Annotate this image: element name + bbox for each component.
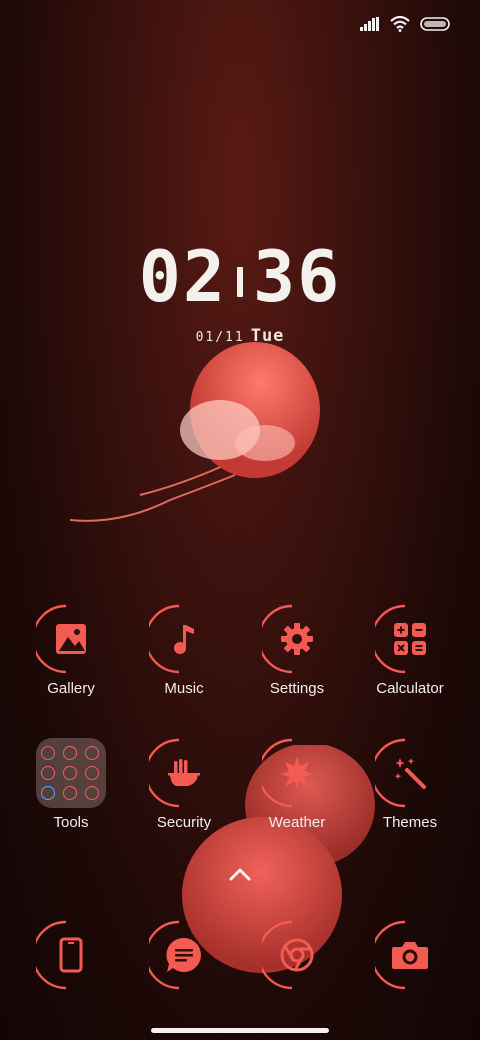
battery-icon	[420, 17, 450, 31]
app-calculator[interactable]: Calculator	[355, 604, 465, 697]
folder-icon	[36, 738, 106, 808]
dock-camera[interactable]	[355, 920, 465, 990]
wallpaper-jellyfish	[69, 342, 320, 522]
app-label: Themes	[382, 814, 438, 831]
icon-ring	[149, 920, 180, 990]
status-bar	[360, 16, 450, 32]
date-weekday: Tue	[250, 326, 285, 346]
icon-ring	[262, 738, 293, 808]
app-settings[interactable]: Settings	[242, 604, 352, 697]
wifi-icon	[390, 16, 410, 32]
chevron-up-icon[interactable]	[228, 866, 252, 882]
app-weather[interactable]: Weather	[242, 738, 352, 831]
app-themes[interactable]: Themes	[355, 738, 465, 831]
dock-messages[interactable]	[129, 920, 239, 990]
date-day: 01/11	[195, 330, 245, 345]
app-gallery[interactable]: Gallery	[16, 604, 126, 697]
app-label: Music	[164, 680, 204, 697]
app-label: Gallery	[47, 680, 95, 697]
icon-ring	[375, 738, 406, 808]
icon-ring	[262, 920, 293, 990]
icon-ring	[149, 738, 180, 808]
app-music[interactable]: Music	[129, 604, 239, 697]
icon-ring	[36, 604, 67, 674]
clock-minutes: 36	[253, 236, 342, 318]
app-label: Security	[156, 814, 212, 831]
icon-ring	[375, 604, 406, 674]
dock-phone[interactable]	[16, 920, 126, 990]
home-indicator[interactable]	[151, 1028, 329, 1033]
dock-chrome[interactable]	[242, 920, 352, 990]
app-label: Settings	[269, 680, 325, 697]
clock-hours: 02	[138, 236, 227, 318]
app-label: Tools	[53, 814, 89, 831]
icon-ring	[375, 920, 406, 990]
app-security[interactable]: Security	[129, 738, 239, 831]
folder-tools[interactable]: Tools	[16, 738, 126, 831]
icon-ring	[262, 604, 293, 674]
clock-widget[interactable]: 02 36	[0, 236, 480, 318]
clock-separator	[237, 266, 243, 297]
icon-ring	[149, 604, 180, 674]
date-label: 01/11 Tue	[0, 326, 480, 346]
app-label: Weather	[268, 814, 326, 831]
app-label: Calculator	[376, 680, 444, 697]
icon-ring	[36, 920, 67, 990]
signal-icon	[360, 17, 379, 31]
